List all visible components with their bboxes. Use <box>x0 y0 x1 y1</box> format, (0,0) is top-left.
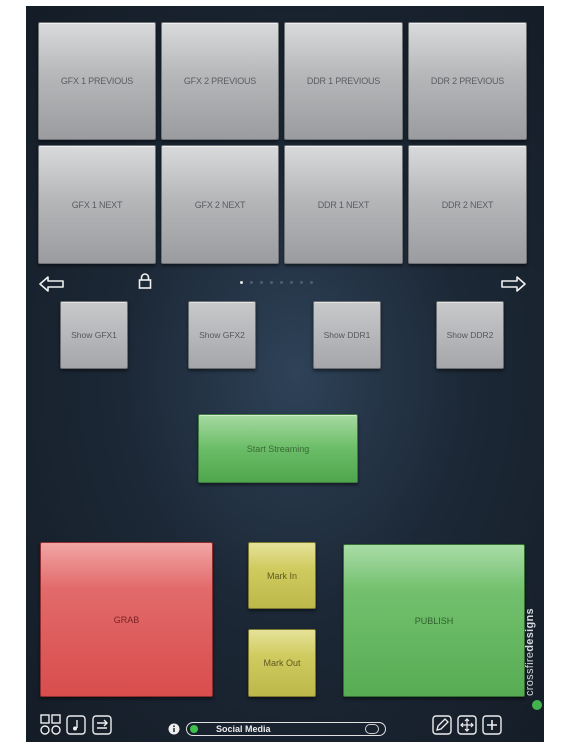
gfx2-previous-button[interactable]: GFX 2 PREVIOUS <box>161 22 279 140</box>
mark-in-button[interactable]: Mark In <box>248 542 316 609</box>
ddr1-previous-button[interactable]: DDR 1 PREVIOUS <box>284 22 403 140</box>
arrow-left-icon[interactable] <box>39 276 65 292</box>
info-icon[interactable] <box>168 723 180 735</box>
brand-logo: crossfiredesigns <box>524 608 536 696</box>
grab-button[interactable]: GRAB <box>40 542 213 697</box>
show-gfx2-button[interactable]: Show GFX2 <box>188 301 256 369</box>
audio-icon[interactable] <box>66 715 86 735</box>
show-ddr1-button[interactable]: Show DDR1 <box>313 301 381 369</box>
show-ddr2-button[interactable]: Show DDR2 <box>436 301 504 369</box>
gfx2-next-button[interactable]: GFX 2 NEXT <box>161 145 279 264</box>
pencil-icon[interactable] <box>432 715 452 735</box>
gfx1-previous-button[interactable]: GFX 1 PREVIOUS <box>38 22 156 140</box>
arrow-right-icon[interactable] <box>500 276 526 292</box>
control-panel: GFX 1 PREVIOUS GFX 2 PREVIOUS DDR 1 PREV… <box>26 6 544 742</box>
page-indicator[interactable] <box>240 281 313 284</box>
brand-dot <box>532 700 542 710</box>
page-dot[interactable] <box>250 281 253 284</box>
mark-out-button[interactable]: Mark Out <box>248 629 316 697</box>
page-dot[interactable] <box>290 281 293 284</box>
brand-light: crossfire <box>524 651 536 696</box>
lock-icon[interactable] <box>138 273 152 289</box>
status-bar[interactable]: Social Media <box>186 722 386 736</box>
page-dot[interactable] <box>270 281 273 284</box>
start-streaming-button[interactable]: Start Streaming <box>198 414 358 483</box>
status-title: Social Media <box>216 724 271 734</box>
status-led <box>190 725 198 733</box>
move-icon[interactable] <box>457 715 477 735</box>
page-dot[interactable] <box>280 281 283 284</box>
page-dot[interactable] <box>240 281 243 284</box>
show-gfx1-button[interactable]: Show GFX1 <box>60 301 128 369</box>
switch-icon[interactable] <box>92 715 112 735</box>
gfx1-next-button[interactable]: GFX 1 NEXT <box>38 145 156 264</box>
grid-layout-icon[interactable] <box>40 714 62 736</box>
brand-bold: designs <box>524 608 536 652</box>
status-pill[interactable] <box>365 724 379 734</box>
page-dot[interactable] <box>300 281 303 284</box>
page-dot[interactable] <box>310 281 313 284</box>
publish-button[interactable]: PUBLISH <box>343 544 525 697</box>
page-dot[interactable] <box>260 281 263 284</box>
ddr1-next-button[interactable]: DDR 1 NEXT <box>284 145 403 264</box>
ddr2-next-button[interactable]: DDR 2 NEXT <box>408 145 527 264</box>
ddr2-previous-button[interactable]: DDR 2 PREVIOUS <box>408 22 527 140</box>
plus-icon[interactable] <box>482 715 502 735</box>
